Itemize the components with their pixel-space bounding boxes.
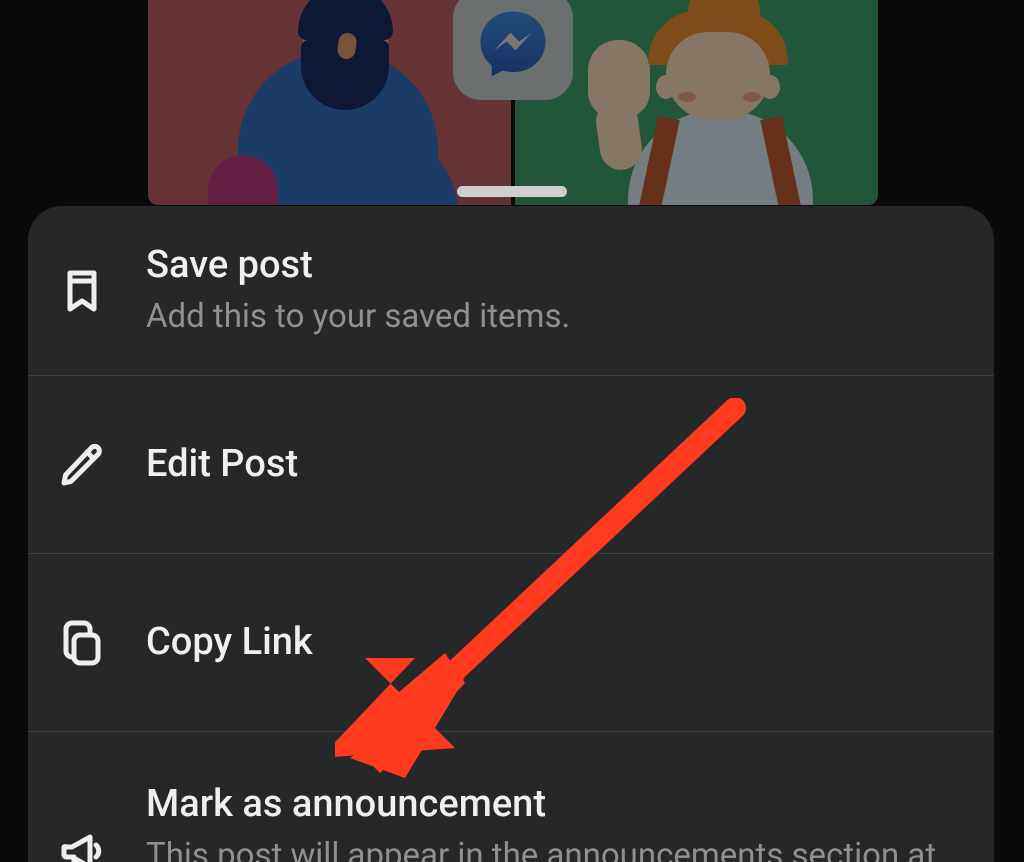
edit-post-title: Edit Post [146,442,298,488]
copy-link-title: Copy Link [146,620,313,666]
screenshot-stage: Save post Add this to your saved items. … [0,0,1024,862]
pencil-icon [56,441,108,489]
mark-announcement-title: Mark as announcement [146,782,966,828]
save-post-title: Save post [146,243,570,289]
copy-icon [56,619,108,667]
mark-announcement-item[interactable]: Mark as announcement This post will appe… [28,732,994,862]
illustration-man [178,0,488,205]
bookmark-icon [56,267,108,315]
megaphone-icon [56,827,108,862]
post-options-sheet: Save post Add this to your saved items. … [28,206,994,862]
messenger-app-icon [453,0,573,100]
edit-post-item[interactable]: Edit Post [28,376,994,554]
sheet-drag-handle[interactable] [457,186,567,197]
save-post-subtitle: Add this to your saved items. [146,295,570,339]
mark-announcement-subtitle: This post will appear in the announcemen… [146,834,966,862]
background-illustration [148,0,878,205]
illustration-woman [538,0,858,205]
save-post-item[interactable]: Save post Add this to your saved items. [28,206,994,376]
copy-link-item[interactable]: Copy Link [28,554,994,732]
